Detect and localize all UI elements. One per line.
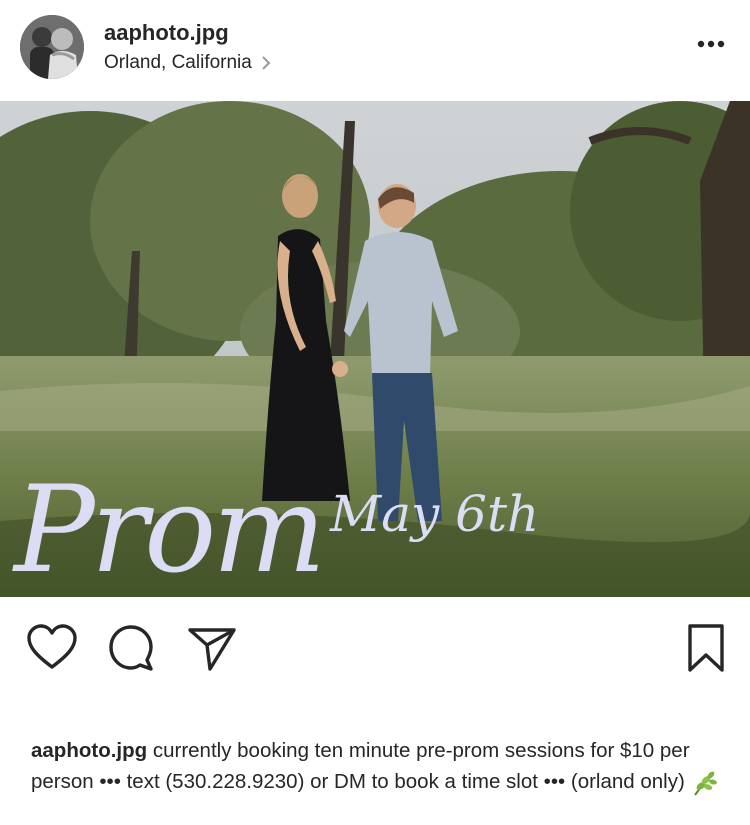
post-header: aaphoto.jpg Orland, California (0, 0, 750, 100)
post-location[interactable]: Orland, California (104, 52, 272, 74)
paper-plane-icon[interactable] (186, 622, 238, 674)
herb-emoji (694, 770, 717, 796)
comment-bubble-icon[interactable] (105, 622, 157, 674)
heart-icon[interactable] (26, 622, 78, 674)
chevron-right-icon (262, 56, 271, 70)
location-label: Orland, California (104, 52, 252, 73)
post-caption: aaphoto.jpg currently booking ten minute… (31, 735, 721, 797)
post-photo[interactable]: Prom May 6th (0, 101, 750, 597)
post-actions (0, 600, 750, 690)
avatar[interactable] (20, 15, 84, 79)
bookmark-icon[interactable] (680, 622, 732, 674)
post-username[interactable]: aaphoto.jpg (104, 20, 229, 46)
caption-username[interactable]: aaphoto.jpg (31, 739, 147, 762)
overlay-title: Prom (12, 461, 322, 597)
more-horizontal-icon[interactable] (694, 32, 728, 56)
overlay-date: May 6th (329, 485, 539, 543)
